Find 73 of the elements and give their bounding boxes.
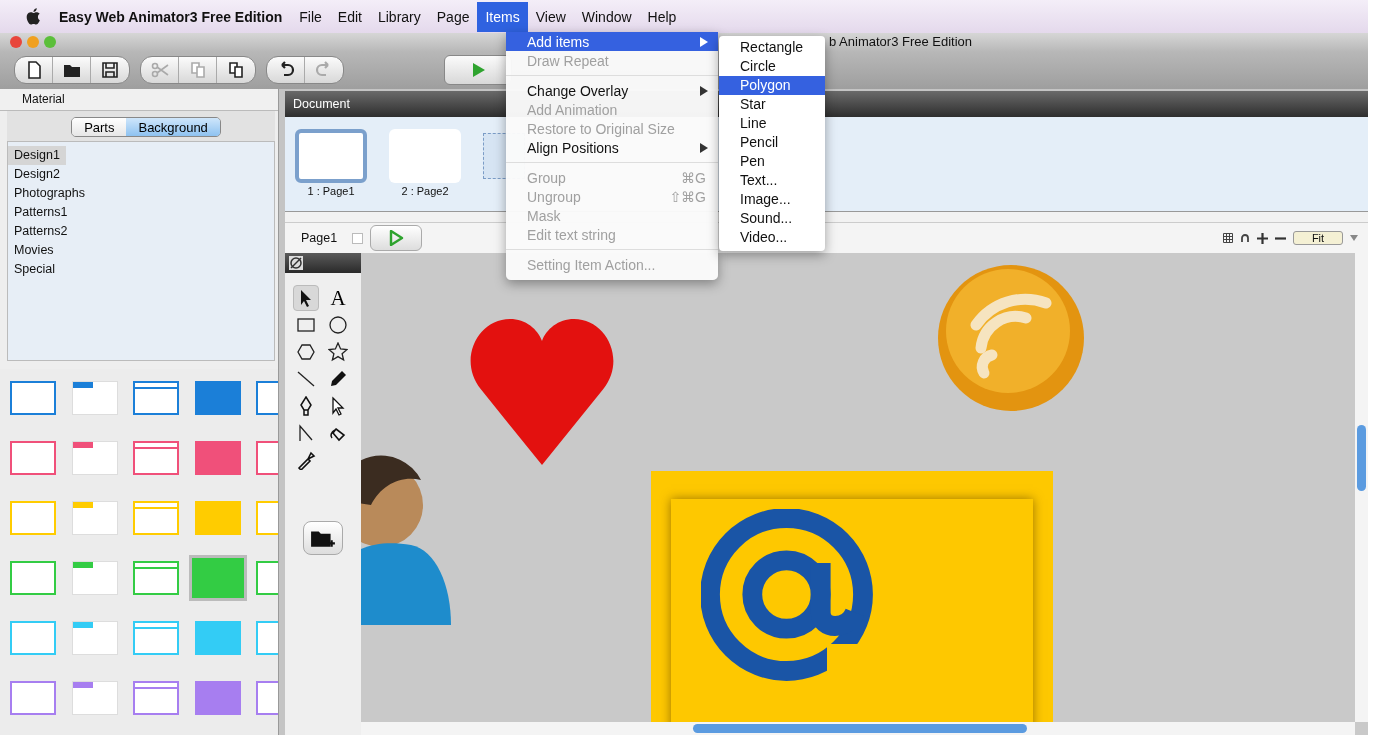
- vertical-scrollbar[interactable]: [1355, 253, 1368, 722]
- list-item[interactable]: Movies: [8, 241, 60, 260]
- list-item[interactable]: Patterns1: [8, 203, 74, 222]
- background-swatch[interactable]: [133, 381, 179, 415]
- checkbox[interactable]: [352, 232, 364, 244]
- horizontal-scrollbar[interactable]: [361, 722, 1355, 735]
- menu-item[interactable]: Window: [573, 1, 640, 32]
- menu-item[interactable]: Line: [719, 114, 825, 133]
- app-name[interactable]: Easy Web Animator3 Free Edition: [59, 8, 283, 25]
- page-thumbnail[interactable]: [295, 129, 367, 183]
- background-swatch[interactable]: [10, 441, 56, 475]
- background-swatch[interactable]: [188, 555, 247, 601]
- arrow-tool-icon[interactable]: [293, 285, 319, 311]
- page-label: 1 : Page1: [307, 185, 355, 197]
- menu-item[interactable]: View: [527, 1, 574, 32]
- page-name: Page1: [301, 231, 338, 245]
- tab[interactable]: Parts: [72, 118, 127, 136]
- page-thumbnail[interactable]: [389, 129, 461, 183]
- menu-item[interactable]: File: [291, 1, 330, 32]
- background-swatch[interactable]: [133, 561, 179, 595]
- menu-item[interactable]: Image...: [719, 190, 825, 209]
- magnet-icon[interactable]: [1240, 233, 1250, 243]
- list-item[interactable]: Photographs: [8, 184, 91, 203]
- menu-item[interactable]: Align Positions: [506, 138, 718, 157]
- zoom-in-icon[interactable]: [1257, 232, 1268, 244]
- menu-item[interactable]: Star: [719, 95, 825, 114]
- add-folder-button[interactable]: [303, 521, 343, 555]
- apple-logo-icon[interactable]: [26, 7, 43, 26]
- zoom-field[interactable]: Fit: [1293, 231, 1343, 245]
- page-label: 2 : Page2: [401, 185, 449, 197]
- background-swatch[interactable]: [194, 501, 241, 535]
- unlink-icon[interactable]: [289, 256, 303, 270]
- background-swatch[interactable]: [194, 441, 241, 475]
- menu-item[interactable]: Rectangle: [719, 38, 825, 57]
- background-swatch[interactable]: [194, 681, 241, 715]
- menu-item[interactable]: Library: [369, 1, 429, 32]
- tab[interactable]: Background: [126, 118, 220, 136]
- scissors-icon: [149, 60, 170, 80]
- menu-item[interactable]: Sound...: [719, 209, 825, 228]
- email-card[interactable]: [651, 471, 1053, 722]
- list-item[interactable]: Design1: [8, 146, 66, 165]
- menu-item[interactable]: Circle: [719, 57, 825, 76]
- window-title: b Animator3 Free Edition: [829, 34, 973, 49]
- close-button[interactable]: [10, 36, 22, 48]
- background-swatch[interactable]: [10, 681, 56, 715]
- menu-item[interactable]: Text...: [719, 171, 825, 190]
- play-icon: [388, 230, 405, 246]
- menu-item[interactable]: Polygon: [719, 76, 825, 95]
- menu-item[interactable]: Help: [639, 1, 685, 32]
- menu-item[interactable]: Edit: [329, 1, 370, 32]
- background-swatch[interactable]: [133, 681, 179, 715]
- background-swatch[interactable]: [10, 381, 56, 415]
- background-swatch[interactable]: [133, 621, 179, 655]
- grid-icon[interactable]: [1223, 233, 1233, 243]
- list-item[interactable]: Patterns2: [8, 222, 74, 241]
- background-swatch[interactable]: [194, 381, 241, 415]
- menu-item[interactable]: Video...: [719, 228, 825, 247]
- background-swatch[interactable]: [10, 561, 56, 595]
- pages-icon: [226, 60, 246, 80]
- menu-item[interactable]: Pencil: [719, 133, 825, 152]
- heart-drawing[interactable]: [469, 319, 615, 465]
- list-item[interactable]: Special: [8, 260, 61, 279]
- list-item[interactable]: Design2: [8, 165, 66, 184]
- menu-item[interactable]: Pen: [719, 152, 825, 171]
- play-button[interactable]: [370, 225, 423, 251]
- menu-item[interactable]: Add items: [506, 32, 718, 51]
- dropdown-arrow-icon[interactable]: [1350, 235, 1358, 241]
- menu-item[interactable]: Items: [477, 1, 528, 32]
- background-swatch[interactable]: [10, 621, 56, 655]
- background-swatch[interactable]: [133, 441, 179, 475]
- background-swatch[interactable]: [194, 621, 241, 655]
- text-tool[interactable]: A: [325, 285, 351, 311]
- menu-item[interactable]: Page: [428, 1, 478, 32]
